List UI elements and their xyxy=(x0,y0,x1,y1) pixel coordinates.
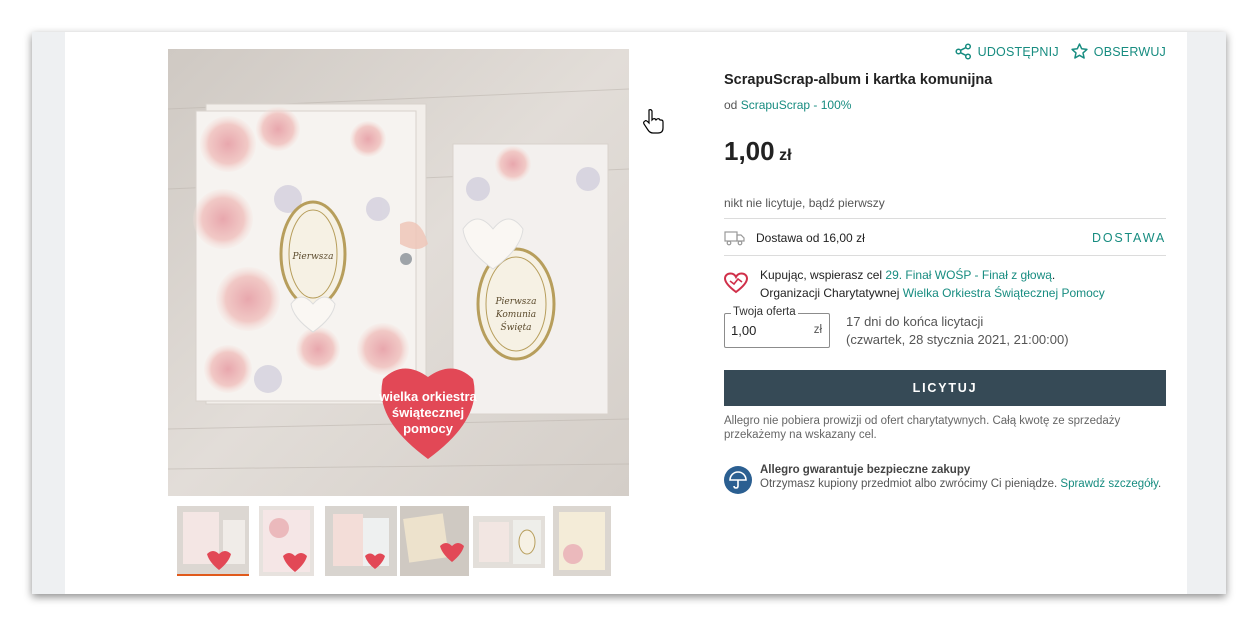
guarantee-title: Allegro gwarantuje bezpieczne zakupy xyxy=(760,464,971,476)
divider xyxy=(724,218,1166,219)
guarantee-text: Otrzymasz kupiony przedmiot albo zwrócim… xyxy=(760,478,1058,490)
photo-heart-text: wielka orkiestra xyxy=(378,389,477,404)
guarantee-link[interactable]: Sprawdź szczegóły xyxy=(1060,478,1158,490)
umbrella-icon xyxy=(724,466,752,494)
main-product-photo[interactable]: wielka orkiestra świątecznej pomocy Pier… xyxy=(168,49,629,496)
purchase-guarantee: Allegro gwarantuje bezpieczne zakupy Otr… xyxy=(724,463,1166,494)
price-value: 1,00 xyxy=(724,136,775,166)
thumbnail-5[interactable] xyxy=(473,516,545,568)
charity-info: Kupując, wspierasz cel 29. Finał WOŚP - … xyxy=(724,266,1166,302)
thumbnail-4[interactable] xyxy=(400,506,469,576)
delivery-row: Dostawa od 16,00 zł DOSTAWA xyxy=(724,228,1166,248)
deadline-date: (czwartek, 28 stycznia 2021, 21:00:00) xyxy=(846,332,1069,347)
charity-line1-suffix: . xyxy=(1051,268,1056,282)
charity-line1-prefix: Kupując, wspierasz cel xyxy=(760,268,883,282)
offer-field: Twoja oferta zł xyxy=(724,306,830,348)
heart-icon xyxy=(724,272,748,294)
svg-text:Pierwsza: Pierwsza xyxy=(292,252,334,262)
bid-button[interactable]: LICYTUJ xyxy=(724,370,1166,406)
delivery-link[interactable]: DOSTAWA xyxy=(1092,231,1166,245)
watch-button[interactable]: OBSERWUJ xyxy=(1071,43,1166,60)
svg-text:Komunia: Komunia xyxy=(495,310,536,320)
truck-icon xyxy=(724,231,745,246)
seller-link[interactable]: ScrapuScrap - 100% xyxy=(741,98,852,112)
watch-label: OBSERWUJ xyxy=(1093,44,1166,59)
share-icon xyxy=(955,43,971,60)
share-button[interactable]: UDOSTĘPNIJ xyxy=(955,43,1059,60)
share-label: UDOSTĘPNIJ xyxy=(977,44,1059,59)
seller-prefix: od xyxy=(724,98,738,112)
price-currency: zł xyxy=(779,147,792,164)
product-title: ScrapuScrap-album i kartka komunijna xyxy=(724,72,993,88)
thumbnail-2[interactable] xyxy=(259,506,314,576)
svg-text:Święta: Święta xyxy=(500,321,531,333)
charity-line2-prefix: Organizacji Charytatywnej xyxy=(760,286,900,300)
seller-info: od ScrapuScrap - 100% xyxy=(724,98,851,112)
auction-deadline: 17 dni do końca licytacji (czwartek, 28 … xyxy=(846,313,1069,349)
offer-input[interactable] xyxy=(731,323,805,338)
delivery-text: Dostawa od 16,00 zł xyxy=(756,231,865,245)
charity-note: Allegro nie pobiera prowizji od ofert ch… xyxy=(724,415,1121,441)
star-icon xyxy=(1071,43,1088,59)
svg-text:pomocy: pomocy xyxy=(403,421,454,436)
bid-status: nikt nie licytuje, bądź pierwszy xyxy=(724,196,885,210)
hand-cursor-icon xyxy=(642,108,664,139)
charity-goal-link[interactable]: 29. Finał WOŚP - Finał z głową xyxy=(885,268,1052,282)
product-actions: UDOSTĘPNIJ OBSERWUJ xyxy=(955,43,1166,60)
svg-text:świątecznej: świątecznej xyxy=(392,405,464,420)
offer-currency: zł xyxy=(813,324,822,336)
deadline-remaining: 17 dni do końca licytacji xyxy=(846,314,984,329)
svg-text:Pierwsza: Pierwsza xyxy=(495,297,537,307)
product-price: 1,00 zł xyxy=(724,136,792,167)
thumbnail-1[interactable] xyxy=(177,506,249,576)
thumbnail-3[interactable] xyxy=(325,506,397,576)
thumbnail-6[interactable] xyxy=(553,506,611,576)
offer-legend: Twoja oferta xyxy=(731,306,798,318)
guarantee-suffix: . xyxy=(1157,478,1162,490)
charity-org-link[interactable]: Wielka Orkiestra Świątecznej Pomocy xyxy=(903,286,1105,300)
divider xyxy=(724,255,1166,256)
